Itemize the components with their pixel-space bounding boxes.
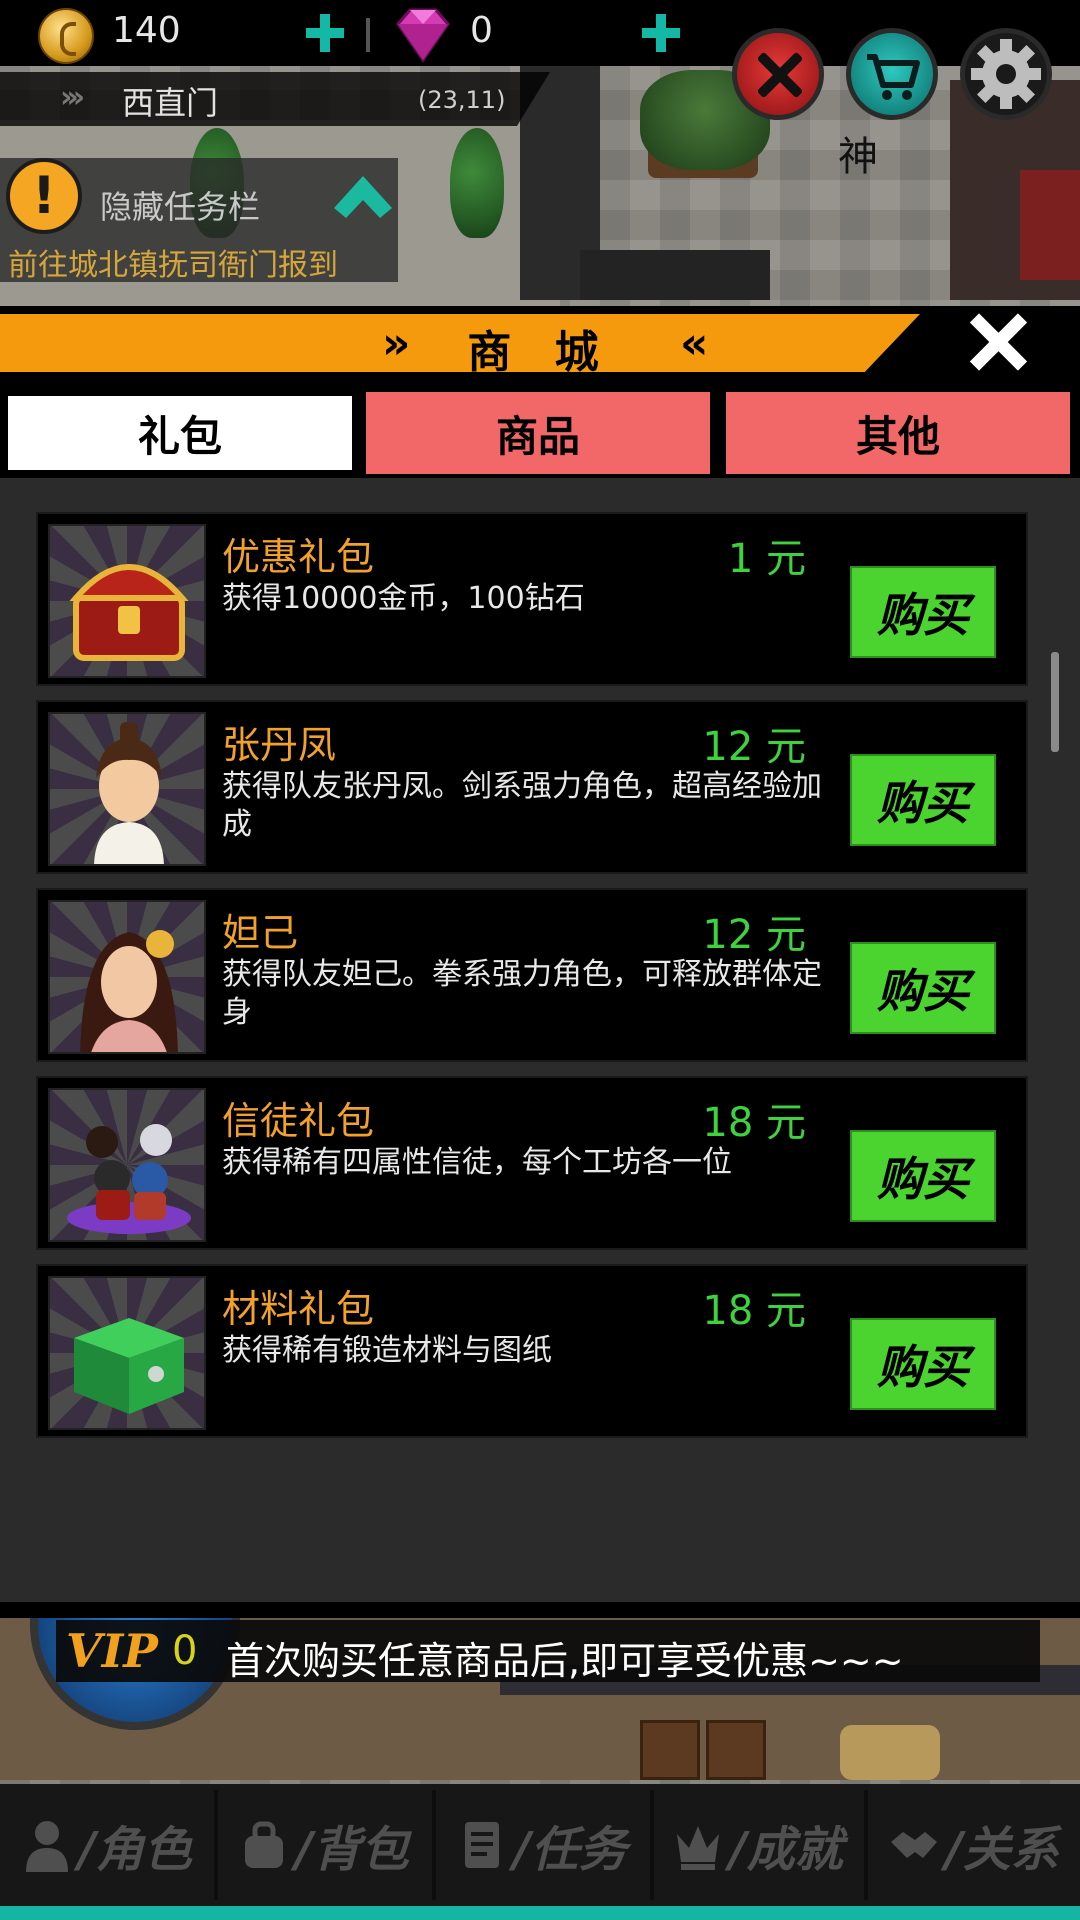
person-icon <box>26 1821 69 1872</box>
scrollbar-thumb[interactable] <box>1051 652 1059 752</box>
quest-description: 前往城北镇抚司衙门报到 <box>8 248 338 283</box>
cart-icon <box>867 54 920 100</box>
chevron-right-icon: ››› <box>60 80 85 115</box>
nav-accent-bar <box>0 1906 1080 1920</box>
nav-character[interactable]: /角色 <box>0 1784 214 1906</box>
item-name: 优惠礼包 <box>222 535 375 579</box>
handshake-icon <box>891 1832 938 1858</box>
nav-label: /关系 <box>945 1822 1059 1878</box>
item-price: 1 元 <box>727 536 806 582</box>
green-box-icon <box>48 1276 206 1430</box>
location-coords: (23,11) <box>418 86 506 114</box>
nav-relations[interactable]: /关系 <box>868 1784 1080 1906</box>
buy-button[interactable]: 购买 <box>850 942 996 1034</box>
battle-button[interactable] <box>732 28 824 120</box>
warning-icon: ! <box>6 158 82 234</box>
chevron-up-icon[interactable] <box>330 172 396 222</box>
nav-label: /背包 <box>295 1822 409 1878</box>
item-name: 材料礼包 <box>222 1287 375 1331</box>
vip-message: 首次购买任意商品后,即可享受优惠~~~ <box>226 1639 904 1683</box>
sack <box>880 1725 940 1780</box>
item-price: 12 元 <box>702 912 806 958</box>
close-button[interactable] <box>968 312 1028 372</box>
dark-ledge <box>580 250 770 300</box>
item-description: 获得队友张丹凤。剑系强力角色，超高经验加成 <box>222 769 822 842</box>
vip-label: VIP <box>66 1624 158 1678</box>
followers-group-icon <box>48 1088 206 1242</box>
nav-quests[interactable]: /任务 <box>436 1784 648 1906</box>
tab-goods[interactable]: 商品 <box>366 392 710 474</box>
item-name: 张丹凤 <box>222 723 337 767</box>
buy-button[interactable]: 购买 <box>850 566 996 658</box>
buy-button[interactable]: 购买 <box>850 754 996 846</box>
shop-item: 妲己 12 元 获得队友妲己。拳系强力角色，可释放群体定身 购买 <box>36 888 1028 1062</box>
buy-button[interactable]: 购买 <box>850 1318 996 1410</box>
item-description: 获得稀有锻造材料与图纸 <box>222 1333 552 1368</box>
shop-item: 张丹凤 12 元 获得队友张丹凤。剑系强力角色，超高经验加成 购买 <box>36 700 1028 874</box>
nav-achievements[interactable]: /成就 <box>654 1784 862 1906</box>
item-description: 获得10000金币，100钻石 <box>222 581 585 616</box>
item-name: 信徒礼包 <box>222 1099 375 1143</box>
building-door <box>1020 170 1080 280</box>
item-price: 18 元 <box>702 1288 806 1334</box>
tree <box>450 128 504 238</box>
item-name: 妲己 <box>222 911 299 955</box>
shop-item: 材料礼包 18 元 获得稀有锻造材料与图纸 购买 <box>36 1264 1028 1438</box>
gold-value: 140 <box>112 10 181 51</box>
item-description: 获得队友妲己。拳系强力角色，可释放群体定身 <box>222 957 822 1030</box>
shop-item: 优惠礼包 1 元 获得10000金币，100钻石 购买 <box>36 512 1028 686</box>
gem-icon <box>396 8 450 63</box>
panel-border <box>0 1602 1080 1618</box>
shop-item: 信徒礼包 18 元 获得稀有四属性信徒，每个工坊各一位 购买 <box>36 1076 1028 1250</box>
scroll-icon <box>465 1822 500 1868</box>
item-description: 获得稀有四属性信徒，每个工坊各一位 <box>222 1145 732 1180</box>
nav-label: /任务 <box>513 1822 627 1878</box>
nav-label: /角色 <box>78 1822 192 1878</box>
gem-value: 0 <box>470 10 493 51</box>
location-name: 西直门 <box>122 84 219 122</box>
shop-button[interactable] <box>846 28 938 120</box>
nav-bag[interactable]: /背包 <box>218 1784 430 1906</box>
hud-divider <box>366 18 370 52</box>
crown-icon <box>677 1826 720 1870</box>
character-portrait-icon <box>48 712 206 866</box>
item-price: 18 元 <box>702 1100 806 1146</box>
vip-level: 0 <box>172 1628 198 1674</box>
scrollbar[interactable] <box>1050 650 1060 1440</box>
character-portrait-icon <box>48 900 206 1054</box>
double-chevron-left-icon: « <box>680 318 709 369</box>
gear-icon <box>971 39 1041 109</box>
add-gem-button[interactable] <box>640 12 682 54</box>
settings-button[interactable] <box>960 28 1052 120</box>
nav-label: /成就 <box>729 1822 843 1878</box>
treasure-chest-icon <box>48 524 206 678</box>
buy-button[interactable]: 购买 <box>850 1130 996 1222</box>
bag-icon <box>245 1821 284 1868</box>
quest-panel-title: 隐藏任务栏 <box>100 188 261 226</box>
shop-title: 商 城 <box>467 327 613 378</box>
gold-coin-icon <box>38 8 94 64</box>
item-price: 12 元 <box>702 724 806 770</box>
crate <box>640 1720 700 1780</box>
crate <box>706 1720 766 1780</box>
add-gold-button[interactable] <box>304 12 346 54</box>
tab-gift-packs[interactable]: 礼包 <box>4 392 356 474</box>
tab-other[interactable]: 其他 <box>726 392 1070 474</box>
npc-label: 神 <box>838 134 878 180</box>
